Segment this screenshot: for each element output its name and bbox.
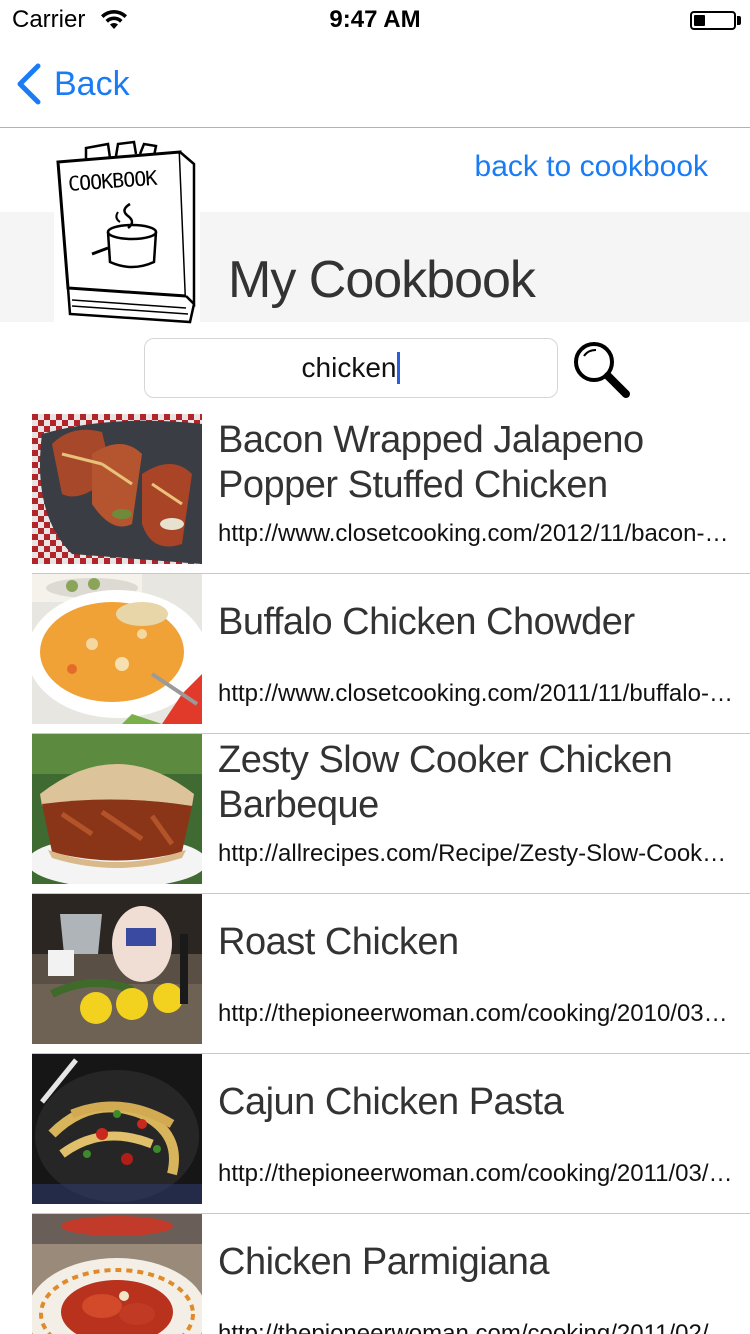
- list-item[interactable]: Zesty Slow Cooker Chicken Barbeque http:…: [0, 734, 750, 894]
- clock: 9:47 AM: [329, 6, 421, 33]
- recipe-title: Zesty Slow Cooker Chicken Barbeque: [218, 739, 673, 826]
- recipe-title: Chicken Parmigiana: [218, 1241, 550, 1283]
- recipe-list: Bacon Wrapped Jalapeno Popper Stuffed Ch…: [0, 414, 750, 1334]
- search-input[interactable]: chicken: [144, 338, 558, 398]
- cookbook-logo: COOKBOOK: [54, 138, 200, 324]
- back-label: Back: [54, 64, 130, 103]
- list-item[interactable]: Roast Chicken http://thepioneerwoman.com…: [0, 894, 750, 1054]
- recipe-thumbnail: [32, 574, 202, 724]
- search-button[interactable]: [570, 340, 634, 400]
- battery-icon: [690, 11, 736, 30]
- recipe-thumbnail: [32, 1214, 202, 1334]
- recipe-url: http://thepioneerwoman.com/cooking/2010/…: [218, 1000, 734, 1027]
- recipe-thumbnail: [32, 734, 202, 884]
- chevron-left-icon: [17, 63, 41, 105]
- recipe-thumbnail: [32, 414, 202, 564]
- page-title: My Cookbook: [228, 251, 536, 309]
- recipe-thumbnail: [32, 894, 202, 1044]
- list-item[interactable]: Cajun Chicken Pasta http://thepioneerwom…: [0, 1054, 750, 1214]
- search-input-value: chicken: [301, 352, 397, 383]
- recipe-url: http://thepioneerwoman.com/cooking/2011/…: [218, 1320, 734, 1334]
- recipe-thumbnail: [32, 1054, 202, 1204]
- recipe-url: http://www.closetcooking.com/2012/11/bac…: [218, 520, 734, 547]
- back-to-cookbook-link[interactable]: back to cookbook: [475, 150, 708, 184]
- list-item[interactable]: Buffalo Chicken Chowder http://www.close…: [0, 574, 750, 734]
- battery-tip: [737, 16, 741, 25]
- recipe-title: Buffalo Chicken Chowder: [218, 601, 635, 643]
- recipe-url: http://www.closetcooking.com/2011/11/buf…: [218, 680, 734, 707]
- list-item[interactable]: Chicken Parmigiana http://thepioneerwoma…: [0, 1214, 750, 1334]
- text-caret: [397, 352, 401, 384]
- recipe-url: http://allrecipes.com/Recipe/Zesty-Slow-…: [218, 840, 734, 867]
- status-bar: Carrier 9:47 AM: [0, 0, 750, 40]
- recipe-title: Cajun Chicken Pasta: [218, 1081, 564, 1123]
- recipe-title: Bacon Wrapped Jalapeno Popper Stuffed Ch…: [218, 419, 644, 506]
- battery-fill: [694, 15, 705, 26]
- recipe-title: Roast Chicken: [218, 921, 459, 963]
- recipe-url: http://thepioneerwoman.com/cooking/2011/…: [218, 1160, 734, 1187]
- navigation-bar: Back: [0, 40, 750, 128]
- back-button[interactable]: Back: [14, 62, 130, 106]
- list-item[interactable]: Bacon Wrapped Jalapeno Popper Stuffed Ch…: [0, 414, 750, 574]
- magnifier-icon: [574, 342, 630, 398]
